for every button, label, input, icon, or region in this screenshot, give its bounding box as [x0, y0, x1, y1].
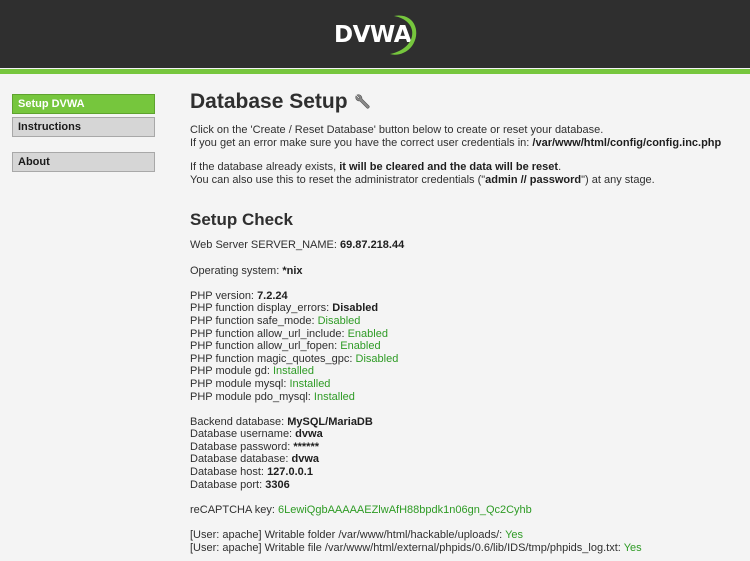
database-row-label: Backend database:	[190, 415, 288, 428]
php-check-row-value: Disabled	[317, 314, 361, 327]
database-row-value: MySQL/MariaDB	[287, 415, 373, 428]
database-row: Database password: ******	[190, 441, 740, 454]
intro-line-3: If the database already exists, it will …	[190, 161, 740, 174]
server-name-label: Web Server SERVER_NAME:	[190, 239, 340, 252]
os-row: Operating system: *nix	[190, 265, 740, 278]
sidebar: Setup DVWA Instructions About	[12, 94, 155, 175]
php-check-row-value: Disabled	[332, 302, 379, 315]
recaptcha-row: reCAPTCHA key: 6LewiQgbAAAAAEZlwAfH88bpd…	[190, 504, 740, 517]
warning-block: If the database already exists, it will …	[190, 161, 740, 186]
writable-row: [User: apache] Writable folder /var/www/…	[190, 529, 740, 542]
os-label: Operating system:	[190, 264, 283, 277]
config-path: /var/www/html/config/config.inc.php	[532, 136, 722, 149]
database-row-value: ******	[293, 440, 320, 453]
sidebar-item-setup-dvwa[interactable]: Setup DVWA	[12, 94, 155, 114]
php-check-row-label: PHP function safe_mode:	[190, 314, 318, 327]
php-checks: PHP version: 7.2.24 PHP function display_…	[190, 290, 740, 403]
database-row-value: 127.0.0.1	[267, 466, 313, 479]
php-check-row: PHP function magic_quotes_gpc: Disabled	[190, 353, 740, 366]
php-check-row: PHP version: 7.2.24	[190, 290, 740, 303]
database-row: Database host: 127.0.0.1	[190, 466, 740, 479]
admin-credentials: admin // password	[485, 173, 582, 186]
server-name-value: 69.87.218.44	[339, 239, 405, 252]
database-row-label: Database database:	[190, 453, 292, 466]
database-row: Database port: 3306	[190, 479, 740, 492]
intro-line-2-text: If you get an error make sure you have t…	[190, 136, 533, 149]
logo-swoosh-icon	[390, 15, 417, 55]
writable-row-label: [User: apache] Writable file /var/www/ht…	[190, 541, 624, 554]
os-value: *nix	[282, 264, 303, 277]
php-check-row-label: PHP module gd:	[190, 365, 273, 378]
database-row: Backend database: MySQL/MariaDB	[190, 416, 740, 429]
database-row-label: Database port:	[190, 478, 266, 491]
database-row-label: Database host:	[190, 466, 268, 479]
php-check-row-value: Enabled	[347, 327, 388, 340]
php-check-row-value: Installed	[313, 390, 355, 403]
php-check-row-label: PHP module pdo_mysql:	[190, 390, 314, 403]
writable-row: [User: apache] Writable file /var/www/ht…	[190, 542, 740, 555]
intro-line-4-suffix: ") at any stage.	[581, 173, 655, 186]
intro-line-4-text: You can also use this to reset the admin…	[190, 173, 486, 186]
writable-row-value: Yes	[623, 541, 642, 554]
writable-row-label: [User: apache] Writable folder /var/www/…	[190, 529, 506, 542]
database-row: Database database: dvwa	[190, 453, 740, 466]
header: DVWA	[0, 0, 750, 74]
database-row-label: Database username:	[190, 428, 296, 441]
writable-checks: [User: apache] Writable folder /var/www/…	[190, 529, 740, 554]
main-content: Database Setup Click on the 'Create / Re…	[190, 88, 740, 554]
database-row: Database username: dvwa	[190, 428, 740, 441]
php-check-row: PHP function allow_url_fopen: Enabled	[190, 340, 740, 353]
intro-line-3-suffix: .	[558, 161, 562, 174]
database-row-value: dvwa	[295, 428, 323, 441]
intro-line-1: Click on the 'Create / Reset Database' b…	[190, 124, 604, 136]
page-title: Database Setup	[190, 88, 740, 116]
php-check-row-label: PHP function magic_quotes_gpc:	[190, 352, 356, 365]
php-check-row: PHP module pdo_mysql: Installed	[190, 391, 740, 404]
php-check-row: PHP module gd: Installed	[190, 365, 740, 378]
dvwa-logo[interactable]: DVWA	[332, 10, 422, 58]
php-check-row: PHP function allow_url_include: Enabled	[190, 328, 740, 341]
writable-row-value: Yes	[505, 529, 524, 542]
php-check-row-value: 7.2.24	[257, 289, 288, 302]
server-name-row: Web Server SERVER_NAME: 69.87.218.44	[190, 239, 740, 252]
php-check-row-label: PHP function display_errors:	[190, 302, 333, 315]
database-info: Backend database: MySQL/MariaDB Database …	[190, 416, 740, 492]
php-check-row-value: Disabled	[355, 352, 399, 365]
php-check-row: PHP module mysql: Installed	[190, 378, 740, 391]
php-check-row-label: PHP version:	[190, 289, 258, 302]
recaptcha-value: 6LewiQgbAAAAAEZlwAfH88bpdk1n06gn_Qc2Cyhb	[278, 503, 532, 516]
php-check-row-value: Installed	[289, 377, 331, 390]
intro-block: Click on the 'Create / Reset Database' b…	[190, 124, 740, 149]
php-check-row-label: PHP function allow_url_fopen:	[190, 340, 341, 353]
php-check-row-label: PHP function allow_url_include:	[190, 327, 348, 340]
recaptcha-label: reCAPTCHA key:	[190, 503, 279, 516]
php-check-row: PHP function safe_mode: Disabled	[190, 315, 740, 328]
intro-line-3-text: If the database already exists,	[190, 161, 340, 174]
php-check-row-value: Enabled	[340, 340, 381, 353]
wrench-icon	[355, 94, 370, 109]
php-check-row-label: PHP module mysql:	[190, 377, 290, 390]
sidebar-item-instructions[interactable]: Instructions	[12, 117, 155, 137]
sidebar-item-about[interactable]: About	[12, 152, 155, 172]
database-row-label: Database password:	[190, 440, 294, 453]
page-title-text: Database Setup	[190, 90, 348, 113]
setup-check-heading: Setup Check	[190, 210, 293, 230]
header-accent-stripe	[0, 69, 750, 74]
database-row-value: 3306	[265, 478, 290, 491]
php-check-row-value: Installed	[272, 365, 314, 378]
php-check-row: PHP function display_errors: Disabled	[190, 302, 740, 315]
database-row-value: dvwa	[291, 453, 320, 466]
intro-line-4: You can also use this to reset the admin…	[190, 174, 740, 187]
reset-warning: it will be cleared and the data will be …	[339, 161, 559, 174]
intro-line-2: If you get an error make sure you have t…	[190, 137, 740, 150]
